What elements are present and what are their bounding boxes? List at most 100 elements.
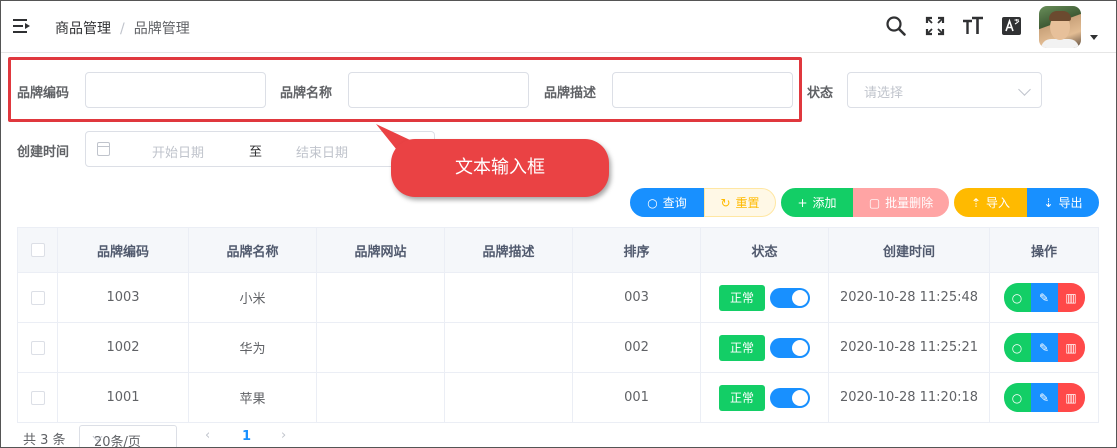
select-all-checkbox[interactable]	[30, 243, 45, 257]
query-reset-group: ○ 查询 ↻ 重置	[630, 188, 776, 217]
status-toggle[interactable]	[770, 337, 810, 358]
view-button[interactable]: ○	[1003, 383, 1031, 412]
page-number[interactable]: 1	[242, 429, 251, 444]
status-toggle[interactable]	[770, 287, 810, 308]
fullscreen-icon[interactable]	[924, 15, 946, 37]
brand-code-cell: 1002	[57, 322, 189, 373]
brand-code-cell: 1003	[57, 272, 189, 323]
column-header: 排序	[572, 227, 701, 273]
table-row: 1003 小米 003 正常 2020-10-28 11:25:48 ○ ✎ ▥	[17, 272, 1099, 323]
created-time-cell: 2020-10-28 11:25:48	[828, 272, 990, 323]
status-select[interactable]: 请选择	[847, 72, 1042, 108]
document-icon: ▢	[868, 195, 881, 210]
search-icon: ○	[647, 195, 658, 210]
app-window: 商品管理 / 品牌管理 品牌编码 品牌名称 品牌描述 状态 请选择 创建时间 开…	[0, 0, 1117, 448]
callout-text: 文本输入框	[391, 139, 609, 197]
brand-website-cell	[316, 272, 445, 323]
chevron-down-icon[interactable]	[1090, 35, 1098, 40]
delete-button[interactable]: ▥	[1057, 333, 1085, 362]
reset-button[interactable]: ↻ 重置	[704, 188, 776, 217]
brand-code-cell: 1001	[57, 372, 189, 423]
edit-button[interactable]: ✎	[1030, 333, 1058, 362]
upload-icon: ⇡	[970, 195, 982, 210]
language-icon[interactable]	[1001, 15, 1023, 37]
table-row: 1001 苹果 001 正常 2020-10-28 11:20:18 ○ ✎ ▥	[17, 372, 1099, 423]
import-export-group: ⇡ 导入 ⇣ 导出	[954, 188, 1099, 217]
row-checkbox[interactable]	[30, 340, 45, 355]
status-label: 状态	[807, 86, 834, 101]
page-size-select[interactable]: 20条/页	[79, 425, 177, 448]
add-delete-group: + 添加 ▢ 批量删除	[781, 188, 949, 217]
trash-icon: ▥	[1065, 290, 1077, 305]
edit-button[interactable]: ✎	[1030, 383, 1058, 412]
status-badge: 正常	[719, 284, 765, 311]
breadcrumb-item-brand: 品牌管理	[133, 21, 190, 37]
chevron-down-icon	[1018, 83, 1031, 96]
top-navbar: 商品管理 / 品牌管理	[1, 1, 1116, 53]
start-date-input[interactable]: 开始日期	[152, 142, 204, 161]
create-time-label: 创建时间	[17, 145, 70, 160]
sort-cell: 003	[572, 272, 701, 323]
brand-website-cell	[316, 372, 445, 423]
export-button[interactable]: ⇣ 导出	[1027, 188, 1099, 217]
menu-fold-icon[interactable]	[13, 18, 31, 34]
column-header: 品牌网站	[316, 227, 445, 273]
breadcrumb: 商品管理 / 品牌管理	[55, 18, 190, 38]
delete-button[interactable]: ▥	[1057, 283, 1085, 312]
column-header: 操作	[989, 227, 1099, 273]
status-badge: 正常	[719, 384, 765, 411]
prev-page-button[interactable]: ‹	[205, 428, 210, 443]
created-time-cell: 2020-10-28 11:20:18	[828, 372, 990, 423]
edit-button[interactable]: ✎	[1030, 283, 1058, 312]
avatar[interactable]	[1039, 6, 1081, 48]
brand-desc-cell	[444, 322, 573, 373]
row-checkbox[interactable]	[30, 390, 45, 405]
search-icon: ○	[1011, 340, 1023, 355]
edit-icon: ✎	[1038, 390, 1050, 405]
table-header-row: 品牌编码 品牌名称 品牌网站 品牌描述 排序 状态 创建时间 操作	[17, 227, 1099, 273]
brand-desc-cell	[444, 272, 573, 323]
select-all-cell	[17, 227, 58, 273]
edit-icon: ✎	[1038, 290, 1050, 305]
column-header: 品牌名称	[188, 227, 317, 273]
font-size-icon[interactable]	[962, 15, 984, 37]
brand-website-cell	[316, 322, 445, 373]
row-checkbox[interactable]	[30, 290, 45, 305]
edit-icon: ✎	[1038, 340, 1050, 355]
status-select-placeholder: 请选择	[864, 86, 904, 101]
sort-cell: 001	[572, 372, 701, 423]
pagination-total: 共 3 条	[23, 433, 66, 448]
table-row: 1002 华为 002 正常 2020-10-28 11:25:21 ○ ✎ ▥	[17, 322, 1099, 373]
sort-cell: 002	[572, 322, 701, 373]
range-separator: 至	[249, 145, 263, 160]
column-header: 状态	[700, 227, 829, 273]
search-icon[interactable]	[885, 15, 907, 37]
brand-desc-cell	[444, 372, 573, 423]
download-icon: ⇣	[1043, 195, 1054, 210]
created-time-cell: 2020-10-28 11:25:21	[828, 322, 990, 373]
brand-name-cell: 苹果	[188, 372, 317, 423]
view-button[interactable]: ○	[1003, 283, 1031, 312]
batch-delete-button[interactable]: ▢ 批量删除	[853, 188, 949, 217]
end-date-input[interactable]: 结束日期	[296, 142, 348, 161]
breadcrumb-item-goods[interactable]: 商品管理	[55, 21, 111, 37]
column-header: 创建时间	[828, 227, 990, 273]
add-button[interactable]: + 添加	[781, 188, 853, 217]
query-button[interactable]: ○ 查询	[630, 188, 704, 217]
next-page-button[interactable]: ›	[281, 428, 286, 443]
search-icon: ○	[1011, 290, 1023, 305]
view-button[interactable]: ○	[1003, 333, 1031, 362]
breadcrumb-separator: /	[120, 21, 125, 37]
page-size-value: 20条/页	[94, 435, 141, 448]
delete-button[interactable]: ▥	[1057, 383, 1085, 412]
import-button[interactable]: ⇡ 导入	[954, 188, 1027, 217]
column-header: 品牌编码	[57, 227, 189, 273]
status-toggle[interactable]	[770, 387, 810, 408]
brand-name-cell: 小米	[188, 272, 317, 323]
annotation-callout: 文本输入框	[373, 121, 613, 203]
brand-name-cell: 华为	[188, 322, 317, 373]
trash-icon: ▥	[1065, 390, 1077, 405]
trash-icon: ▥	[1065, 340, 1077, 355]
status-badge: 正常	[719, 334, 765, 361]
column-header: 品牌描述	[444, 227, 573, 273]
